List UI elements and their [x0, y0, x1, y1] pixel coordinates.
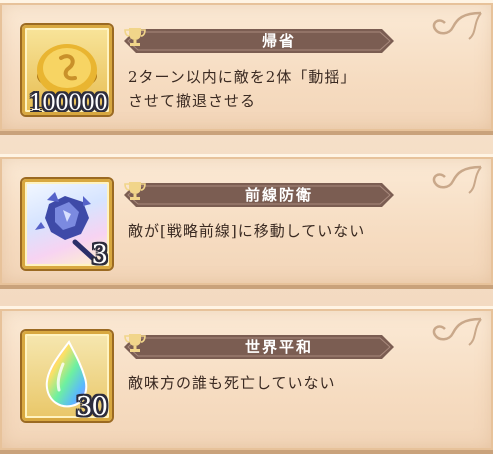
mission-title: 世界平和: [244, 338, 313, 356]
description-line: 敵味方の誰も死亡していない: [128, 374, 336, 392]
description-line: させて撤退させる: [128, 92, 257, 110]
mission-card: 30 世界平和 敵味方の誰も死亡していない: [0, 306, 493, 454]
reward-slot[interactable]: 30: [22, 331, 112, 421]
reward-count: 30: [75, 392, 108, 421]
reward-slot[interactable]: 100000: [22, 25, 112, 115]
mission-card: 100000 帰省 2ターン以内に敵を2体「動揺」 させて撤退させる: [0, 0, 493, 135]
mission-description: 敵が[戦略前線]に移動していない: [128, 219, 458, 243]
mission-card: 3 前線防衛 敵が[戦略前線]に移動していない: [0, 154, 493, 289]
mission-title: 前線防衛: [244, 186, 313, 204]
ornament-icon: [432, 165, 482, 194]
mission-list: 100000 帰省 2ターン以内に敵を2体「動揺」 させて撤退させる 3 前線防…: [0, 0, 493, 454]
description-line: 2ターン以内に敵を2体「動揺」: [128, 68, 357, 86]
mission-title-banner: 前線防衛: [124, 181, 394, 209]
description-line: 敵が[戦略前線]に移動していない: [128, 222, 366, 240]
mission-description: 敵味方の誰も死亡していない: [128, 371, 458, 395]
mission-title-banner: 世界平和: [124, 333, 394, 361]
reward-slot[interactable]: 3: [22, 179, 112, 269]
mission-title: 帰省: [261, 32, 296, 50]
mission-title-banner: 帰省: [124, 27, 394, 55]
ornament-icon: [432, 317, 482, 346]
reward-count: 100000: [29, 91, 108, 115]
mission-description: 2ターン以内に敵を2体「動揺」 させて撤退させる: [128, 65, 458, 113]
reward-count: 3: [91, 240, 108, 269]
ornament-icon: [432, 11, 482, 40]
